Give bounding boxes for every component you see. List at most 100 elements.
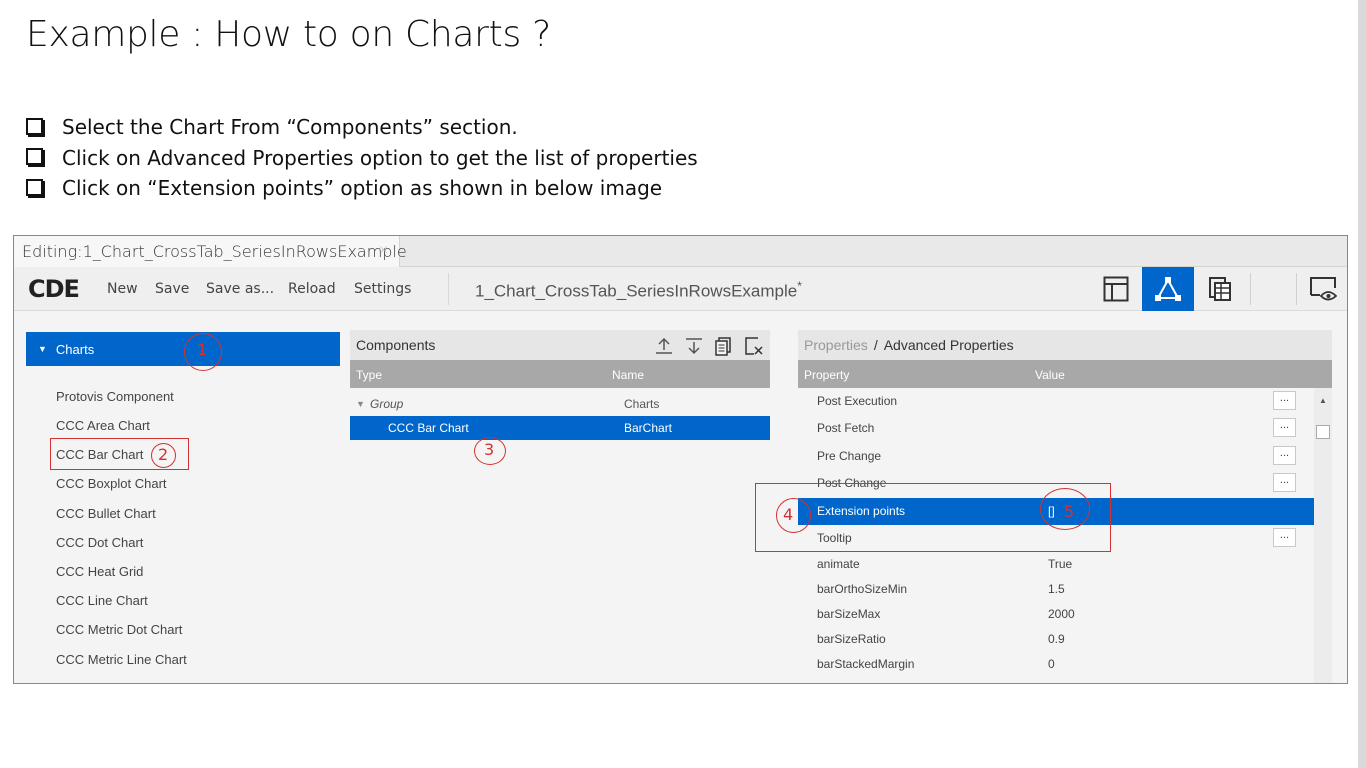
scroll-thumb[interactable]: [1316, 425, 1330, 439]
edit-button[interactable]: ...: [1273, 528, 1296, 547]
duplicate-icon[interactable]: [714, 336, 734, 356]
instruction-item: Select the Chart From “Components” secti…: [26, 112, 698, 143]
annotation-label-5: 5: [1064, 502, 1075, 521]
property-row[interactable]: animate True: [798, 551, 1314, 578]
cde-editor-window: Editing:1_Chart_CrossTab_SeriesInRowsExa…: [13, 235, 1348, 684]
property-row[interactable]: Post Execution ...: [798, 388, 1314, 415]
advanced-properties-tab[interactable]: Advanced Properties: [884, 337, 1014, 353]
property-row[interactable]: barOrthoSizeMin 1.5: [798, 576, 1314, 603]
collapse-caret-icon[interactable]: ▼: [356, 399, 365, 409]
dashboard-name: 1_Chart_CrossTab_SeriesInRowsExample: [475, 281, 798, 301]
components-icon[interactable]: [1142, 267, 1194, 311]
charts-group-label: Charts: [55, 341, 95, 357]
reload-button[interactable]: Reload: [288, 281, 336, 297]
breadcrumb-separator: /: [873, 337, 878, 353]
property-name: barSizeRatio: [817, 632, 886, 646]
instruction-text: Select the Chart From “Components” secti…: [62, 115, 518, 140]
instruction-text: Click on “Extension points” option as sh…: [62, 176, 663, 201]
property-name: barSizeMax: [817, 607, 881, 621]
property-value[interactable]: 0.9: [1048, 632, 1065, 646]
column-value: Value: [1035, 368, 1065, 382]
annotation-label-2: 2: [158, 445, 169, 464]
close-icon[interactable]: ×: [378, 243, 389, 258]
tab-bar: Editing:1_Chart_CrossTab_SeriesInRowsExa…: [14, 236, 1347, 267]
palette-item[interactable]: CCC Dot Chart: [56, 535, 143, 550]
annotation-label-4: 4: [783, 505, 794, 524]
property-row[interactable]: barSizeRatio 0.9: [798, 626, 1314, 653]
settings-button[interactable]: Settings: [354, 281, 411, 297]
property-name: barStackedMargin: [817, 657, 915, 671]
components-title: Components: [356, 337, 436, 353]
palette-item[interactable]: CCC Bullet Chart: [56, 506, 156, 521]
caret-down-icon: ▼: [38, 344, 47, 354]
property-row[interactable]: barStackedMargin 0: [798, 651, 1314, 678]
property-value[interactable]: 1.5: [1048, 582, 1065, 596]
palette-item[interactable]: CCC Heat Grid: [56, 564, 143, 579]
property-value[interactable]: 2000: [1048, 607, 1075, 621]
row-type: Group: [370, 397, 404, 411]
properties-header: Properties / Advanced Properties: [798, 330, 1332, 360]
row-type: CCC Bar Chart: [388, 421, 469, 435]
edit-button[interactable]: ...: [1273, 391, 1296, 410]
cde-logo: CDE: [28, 275, 80, 303]
datasources-icon[interactable]: [1194, 267, 1246, 311]
checkbox-bullet-icon: [26, 148, 43, 166]
delete-icon[interactable]: [744, 336, 764, 356]
components-header: Components: [350, 330, 770, 360]
palette-item[interactable]: CCC Line Chart: [56, 593, 148, 608]
properties-scrollbar[interactable]: ▲: [1314, 388, 1332, 683]
property-name: barOrthoSizeMin: [817, 582, 908, 596]
row-name: BarChart: [624, 421, 673, 435]
preview-icon[interactable]: [1297, 267, 1347, 311]
palette-item[interactable]: CCC Metric Dot Chart: [56, 622, 182, 637]
group-row[interactable]: ▼ Group Charts: [350, 392, 770, 416]
column-type: Type: [356, 368, 383, 382]
toolbar-divider: [448, 273, 449, 305]
components-actions: [654, 336, 764, 356]
annotation-circle-4: [776, 498, 811, 533]
edit-button[interactable]: ...: [1273, 473, 1296, 492]
unsaved-marker: *: [797, 279, 802, 293]
palette-item[interactable]: CCC Boxplot Chart: [56, 476, 167, 491]
instruction-text: Click on Advanced Properties option to g…: [62, 145, 698, 170]
toolbar-divider: [1250, 273, 1251, 305]
property-name: Post Execution: [817, 394, 898, 408]
instruction-item: Click on “Extension points” option as sh…: [26, 173, 698, 204]
page-scrollbar[interactable]: [1358, 0, 1366, 768]
new-button[interactable]: New: [107, 281, 138, 297]
palette-item[interactable]: CCC Metric Line Chart: [56, 652, 187, 667]
edit-button[interactable]: ...: [1273, 418, 1296, 437]
tab-label: Editing:1_Chart_CrossTab_SeriesInRowsExa…: [22, 242, 407, 261]
save-as-button[interactable]: Save as...: [206, 281, 274, 297]
download-icon[interactable]: [684, 336, 704, 356]
tab-editing[interactable]: Editing:1_Chart_CrossTab_SeriesInRowsExa…: [14, 236, 407, 267]
properties-column-header: Property Value: [798, 360, 1332, 388]
column-property: Property: [804, 368, 850, 382]
instruction-list: Select the Chart From “Components” secti…: [26, 112, 698, 204]
properties-tab[interactable]: Properties: [804, 337, 868, 353]
annotation-label-1: 1: [197, 340, 208, 359]
property-value[interactable]: 0: [1048, 657, 1055, 671]
components-column-header: Type Name: [350, 360, 770, 388]
edit-button[interactable]: ...: [1273, 446, 1296, 465]
checkbox-bullet-icon: [26, 178, 43, 196]
save-button[interactable]: Save: [155, 281, 189, 297]
instruction-item: Click on Advanced Properties option to g…: [26, 143, 698, 174]
property-row[interactable]: barSizeMax 2000: [798, 601, 1314, 628]
property-name: animate: [817, 557, 860, 571]
annotation-label-3: 3: [484, 440, 495, 459]
component-row-selected[interactable]: CCC Bar Chart BarChart: [350, 416, 770, 440]
checkbox-bullet-icon: [26, 117, 43, 135]
palette-item[interactable]: CCC Area Chart: [56, 418, 150, 433]
scroll-up-icon[interactable]: ▲: [1319, 396, 1327, 405]
palette-item[interactable]: Protovis Component: [56, 389, 174, 404]
property-value[interactable]: True: [1048, 557, 1072, 571]
charts-group-header[interactable]: ▼ Charts: [26, 332, 340, 366]
row-name: Charts: [624, 397, 660, 411]
property-name: Post Fetch: [817, 421, 875, 435]
property-row[interactable]: Pre Change ...: [798, 443, 1314, 470]
upload-icon[interactable]: [654, 336, 674, 356]
property-name: Pre Change: [817, 449, 882, 463]
layout-icon[interactable]: [1090, 267, 1142, 311]
property-row[interactable]: Post Fetch ...: [798, 415, 1314, 442]
